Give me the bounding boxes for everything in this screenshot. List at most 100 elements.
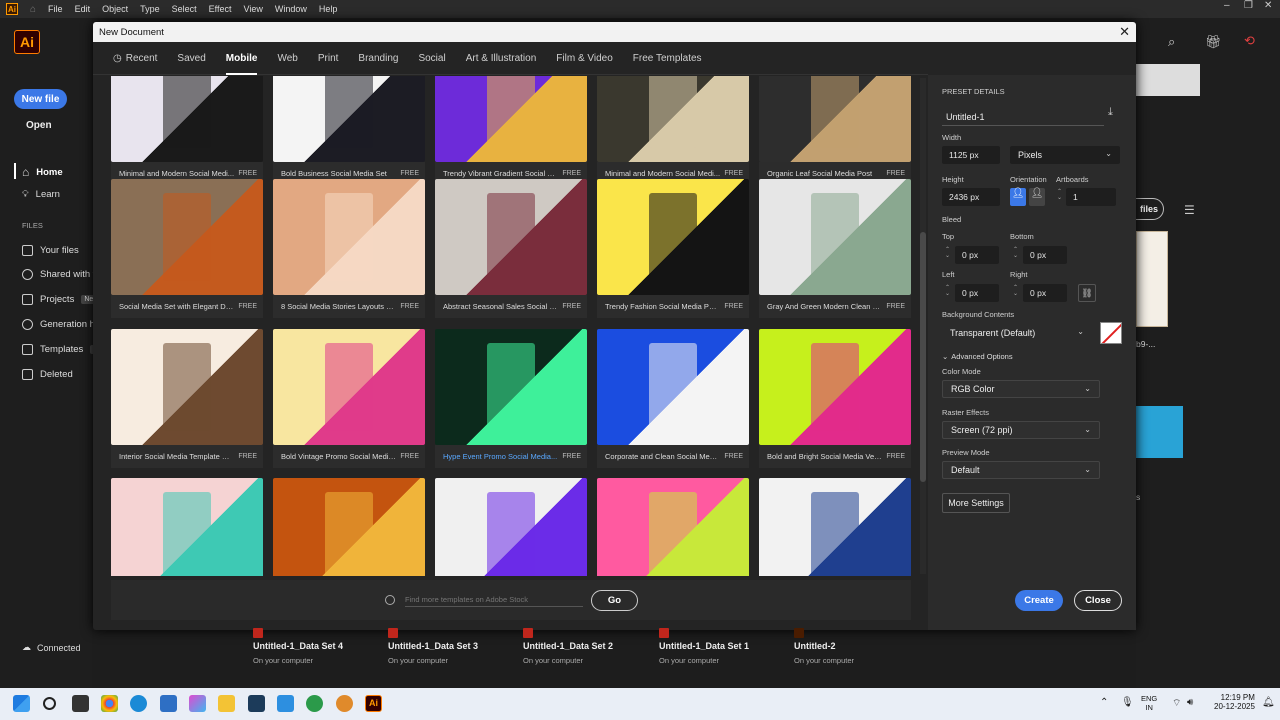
- list-view-icon[interactable]: ☰: [1184, 203, 1195, 217]
- bottom-stepper-icon[interactable]: ⌃ ⌄: [1013, 247, 1018, 259]
- file-thumbnail[interactable]: [1136, 231, 1168, 327]
- recent-thumb[interactable]: [1136, 64, 1200, 96]
- menu-object[interactable]: Object: [102, 4, 128, 14]
- chrome-icon[interactable]: [101, 695, 118, 712]
- notifications-icon[interactable]: 🔔︎: [1262, 697, 1275, 708]
- template-card[interactable]: Abstract Seasonal Sales Social Set FREE: [435, 179, 587, 323]
- menu-type[interactable]: Type: [140, 4, 160, 14]
- sidebar-item-projects[interactable]: Projects New: [22, 294, 102, 305]
- go-button[interactable]: Go: [591, 590, 638, 611]
- template-card[interactable]: [597, 478, 749, 576]
- template-card[interactable]: [435, 478, 587, 576]
- wifi-icon[interactable]: ⌔: [1172, 697, 1181, 710]
- bleed-top-field[interactable]: 0 px: [955, 246, 999, 264]
- advanced-options-toggle[interactable]: ⌄ Advanced Options: [942, 352, 1013, 361]
- sidebar-item-learn[interactable]: 💡︎ Learn: [22, 189, 60, 200]
- notification-icon[interactable]: ⟲: [1244, 33, 1255, 49]
- bleed-right-field[interactable]: 0 px: [1023, 284, 1067, 302]
- template-card[interactable]: [273, 478, 425, 576]
- color-mode-dropdown[interactable]: RGB Color ⌄: [942, 380, 1100, 398]
- template-card[interactable]: Minimal and Modern Social Medi... FREE: [111, 76, 263, 190]
- menu-file[interactable]: File: [48, 4, 63, 14]
- sidebar-item-deleted[interactable]: Deleted: [22, 369, 73, 380]
- tab-art-illustration[interactable]: Art & Illustration: [466, 42, 537, 75]
- new-file-button[interactable]: New file: [14, 89, 67, 109]
- menu-edit[interactable]: Edit: [75, 4, 91, 14]
- left-stepper-icon[interactable]: ⌃ ⌄: [945, 285, 950, 297]
- template-card[interactable]: Bold Business Social Media Set FREE: [273, 76, 425, 190]
- sidebar-item-templates[interactable]: TemplatesN: [22, 344, 102, 355]
- tab-social[interactable]: Social: [418, 42, 445, 75]
- taskbar-search-icon[interactable]: [43, 697, 56, 710]
- tab-branding[interactable]: Branding: [358, 42, 398, 75]
- store-icon[interactable]: [160, 695, 177, 712]
- restore-icon[interactable]: ❐: [1244, 0, 1253, 11]
- width-field[interactable]: 1125 px: [942, 146, 1000, 164]
- open-button[interactable]: Open: [26, 120, 52, 131]
- units-dropdown[interactable]: Pixels ⌄: [1010, 146, 1120, 164]
- recent-file-item[interactable]: Untitled-2 On your computer: [794, 628, 854, 665]
- tab-print[interactable]: Print: [318, 42, 339, 75]
- dialog-close-icon[interactable]: ✕: [1119, 24, 1130, 40]
- menu-help[interactable]: Help: [319, 4, 338, 14]
- link-bleed-icon[interactable]: ⛓︎: [1078, 284, 1096, 302]
- sidebar-item-home[interactable]: ⌂ Home: [22, 165, 63, 179]
- template-card[interactable]: Social Media Set with Elegant De... FREE: [111, 179, 263, 323]
- save-preset-icon[interactable]: ⤓: [1108, 106, 1113, 119]
- file-thumbnail[interactable]: [1136, 406, 1183, 458]
- bleed-left-field[interactable]: 0 px: [955, 284, 999, 302]
- menu-effect[interactable]: Effect: [209, 4, 232, 14]
- background-contents-dropdown[interactable]: Transparent (Default) ⌄: [942, 324, 1092, 342]
- template-card[interactable]: Bold and Bright Social Media Ver... FREE: [759, 329, 911, 473]
- portrait-orientation-icon[interactable]: 👤︎: [1010, 188, 1026, 206]
- home-icon[interactable]: ⌂: [30, 4, 36, 15]
- start-icon[interactable]: [13, 695, 30, 712]
- transparent-swatch-icon[interactable]: [1100, 322, 1122, 344]
- menu-view[interactable]: View: [243, 4, 262, 14]
- template-card[interactable]: 8 Social Media Stories Layouts wi... FREE: [273, 179, 425, 323]
- stock-search-input[interactable]: [405, 593, 583, 607]
- sidebar-item-your-files[interactable]: Your files: [22, 245, 79, 256]
- microphone-icon[interactable]: 🎙︎: [1121, 697, 1134, 708]
- close-button[interactable]: Close: [1074, 590, 1122, 611]
- sidebar-item-shared[interactable]: Shared with y: [22, 269, 98, 280]
- right-stepper-icon[interactable]: ⌃ ⌄: [1013, 285, 1018, 297]
- bleed-bottom-field[interactable]: 0 px: [1023, 246, 1067, 264]
- more-settings-button[interactable]: More Settings: [942, 493, 1010, 513]
- tab-mobile[interactable]: Mobile: [225, 42, 257, 75]
- menu-select[interactable]: Select: [172, 4, 197, 14]
- files-button[interactable]: files: [1136, 198, 1164, 220]
- create-button[interactable]: Create: [1015, 590, 1063, 611]
- tab-film-video[interactable]: Film & Video: [556, 42, 613, 75]
- tray-chevron-icon[interactable]: ⌃: [1100, 697, 1108, 708]
- recent-file-item[interactable]: Untitled-1_Data Set 3 On your computer: [388, 628, 478, 665]
- illustrator-taskbar-icon[interactable]: Ai: [365, 695, 382, 712]
- height-field[interactable]: 2436 px: [942, 188, 1000, 206]
- tab-saved[interactable]: Saved: [177, 42, 205, 75]
- volume-icon[interactable]: 🔊︎: [1187, 697, 1193, 708]
- app-icon[interactable]: [248, 695, 265, 712]
- window-close-icon[interactable]: ✕: [1264, 0, 1272, 11]
- chrome-profile-icon[interactable]: [306, 695, 323, 712]
- grid-scrollbar-thumb[interactable]: [920, 232, 926, 482]
- recent-file-item[interactable]: Untitled-1_Data Set 4 On your computer: [253, 628, 343, 665]
- template-card[interactable]: Organic Leaf Social Media Post FREE: [759, 76, 911, 190]
- tab-web[interactable]: Web: [277, 42, 297, 75]
- template-card[interactable]: Hype Event Promo Social Media... FREE: [435, 329, 587, 473]
- template-card[interactable]: [111, 478, 263, 576]
- document-name-field[interactable]: Untitled-1: [942, 108, 1104, 126]
- recent-file-item[interactable]: Untitled-1_Data Set 2 On your computer: [523, 628, 613, 665]
- preview-mode-dropdown[interactable]: Default ⌄: [942, 461, 1100, 479]
- minimize-icon[interactable]: –: [1224, 0, 1230, 11]
- template-card[interactable]: Minimal and Modern Social Medi... FREE: [597, 76, 749, 190]
- template-card[interactable]: Trendy Vibrant Gradient Social M... FREE: [435, 76, 587, 190]
- edge-icon[interactable]: [130, 695, 147, 712]
- tab-recent[interactable]: ◷ Recent: [113, 42, 157, 75]
- tab-free-templates[interactable]: Free Templates: [633, 42, 702, 75]
- sidebar-item-generation-history[interactable]: Generation hi: [22, 319, 97, 330]
- search-icon[interactable]: ⌕: [1168, 34, 1175, 50]
- language-indicator[interactable]: ENG IN: [1141, 694, 1157, 712]
- copilot-icon[interactable]: [189, 695, 206, 712]
- template-card[interactable]: Trendy Fashion Social Media Post... FREE: [597, 179, 749, 323]
- chrome-profile-icon[interactable]: [336, 695, 353, 712]
